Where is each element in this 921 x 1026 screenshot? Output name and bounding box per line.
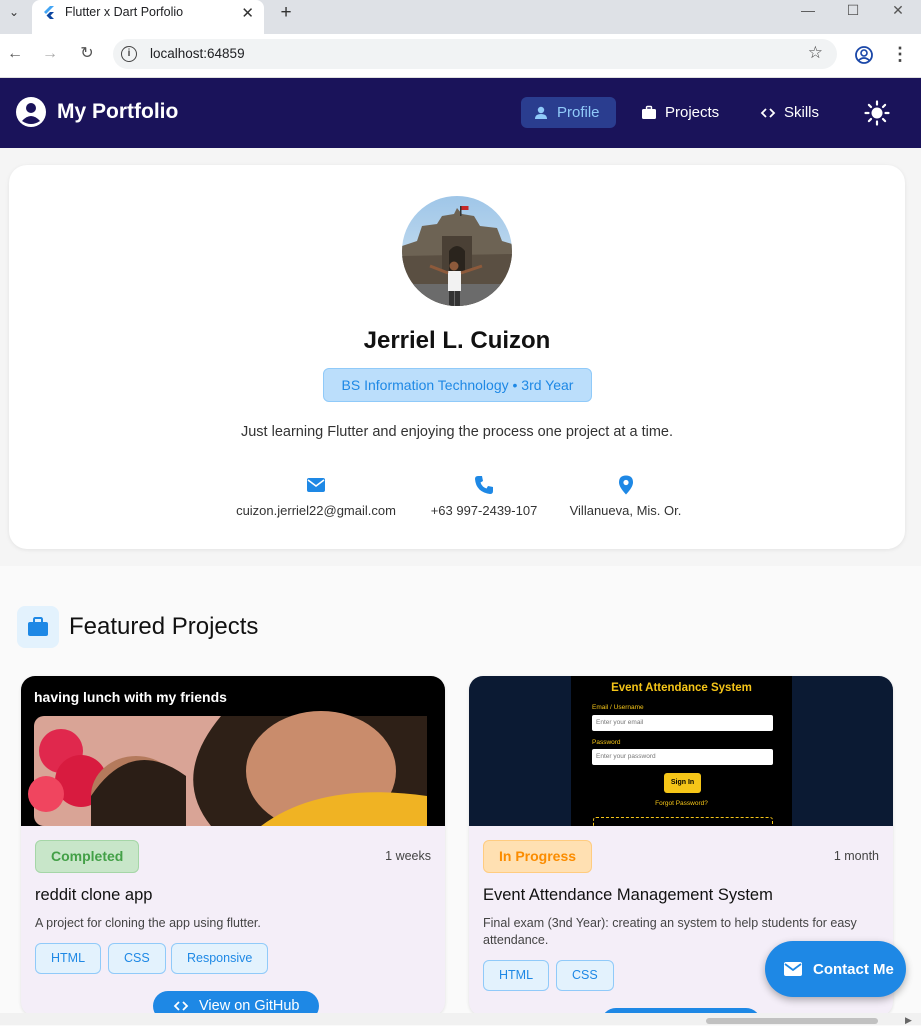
- app-bar: My Portfolio Profile Projects Skills: [0, 78, 921, 148]
- tab-close-icon[interactable]: ✕: [241, 4, 254, 22]
- image-caption: having lunch with my friends: [34, 689, 227, 705]
- contact-email-text: cuizon.jerriel22@gmail.com: [236, 503, 396, 518]
- tag-chip: CSS: [108, 943, 166, 974]
- profile-name: Jerriel L. Cuizon: [363, 327, 551, 354]
- tab-search-icon[interactable]: ⌄: [4, 4, 24, 20]
- contact-me-label: Contact Me: [813, 960, 894, 978]
- contact-phone[interactable]: +63 997-2439-107: [426, 474, 542, 518]
- scrollbar-thumb[interactable]: [706, 1018, 878, 1024]
- sun-icon[interactable]: [864, 100, 890, 126]
- profile-tagline: Just learning Flutter and enjoying the p…: [240, 424, 674, 440]
- phone-icon: [475, 476, 493, 494]
- horizontal-scrollbar[interactable]: ▶: [0, 1013, 921, 1025]
- bookmark-star-icon[interactable]: ☆: [808, 43, 823, 63]
- briefcase-icon: [28, 617, 48, 636]
- maximize-icon[interactable]: ☐: [843, 2, 863, 19]
- new-tab-icon[interactable]: +: [276, 2, 296, 24]
- nav-projects[interactable]: Projects: [629, 97, 731, 128]
- url-text: localhost:64859: [150, 46, 245, 61]
- email-icon: [784, 962, 802, 976]
- project-title: Event Attendance Management System: [483, 886, 773, 904]
- project-duration: 1 weeks: [385, 849, 431, 863]
- nav-profile[interactable]: Profile: [521, 97, 616, 128]
- contact-phone-text: +63 997-2439-107: [430, 503, 538, 518]
- account-circle-icon: [16, 97, 46, 127]
- tag-chip: HTML: [35, 943, 102, 974]
- project-card[interactable]: having lunch with my friends Completed 1…: [21, 676, 445, 1016]
- forward-icon[interactable]: →: [40, 44, 60, 64]
- tab-title: Flutter x Dart Porfolio: [65, 5, 184, 19]
- screen-email-field: Enter your email: [592, 715, 773, 731]
- avatar: [402, 196, 512, 306]
- profile-icon[interactable]: [853, 44, 875, 66]
- site-info-icon[interactable]: i: [121, 46, 137, 62]
- project-duration: 1 month: [833, 849, 879, 863]
- contact-email[interactable]: cuizon.jerriel22@gmail.com: [229, 474, 403, 518]
- project-image: Event Attendance System Email / Username…: [469, 676, 893, 826]
- screen-email-label: Email / Username: [592, 704, 644, 711]
- contact-location-text: Villanueva, Mis. Or.: [569, 503, 682, 518]
- nav-skills-label: Skills: [784, 104, 820, 121]
- tag-chip: Responsive: [171, 943, 269, 974]
- person-icon: [535, 106, 547, 119]
- project-description: A project for cloning the app using flut…: [35, 916, 261, 930]
- screen-signin: Sign In: [664, 773, 701, 793]
- screen-forgot: Forgot Password?: [655, 800, 708, 807]
- view-github-label: View on GitHub: [199, 998, 300, 1014]
- browser-tab[interactable]: Flutter x Dart Porfolio ✕: [32, 0, 264, 34]
- scroll-right-arrow-icon[interactable]: ▶: [905, 1015, 912, 1026]
- nav-skills[interactable]: Skills: [748, 97, 831, 128]
- contact-location[interactable]: Villanueva, Mis. Or.: [566, 474, 685, 518]
- nav-profile-label: Profile: [557, 104, 600, 121]
- code-icon: [173, 1001, 189, 1011]
- tag-chip: CSS: [556, 960, 614, 991]
- nav-projects-label: Projects: [665, 104, 720, 121]
- program-badge: BS Information Technology • 3rd Year: [323, 368, 592, 402]
- back-icon[interactable]: ←: [5, 44, 25, 64]
- minimize-icon[interactable]: —: [798, 2, 818, 18]
- project-title: reddit clone app: [35, 886, 153, 904]
- status-badge: In Progress: [483, 840, 593, 873]
- briefcase-icon: [642, 105, 656, 119]
- code-icon: [760, 107, 776, 118]
- browser-toolbar: ← → ↻ i localhost:64859 ☆ ⋮: [0, 34, 921, 78]
- screen-title: Event Attendance System: [611, 682, 752, 694]
- screen-password-label: Password: [592, 739, 621, 746]
- status-badge: Completed: [35, 840, 140, 873]
- kebab-menu-icon[interactable]: ⋮: [889, 44, 911, 66]
- screen-password-field: Enter your password: [592, 749, 773, 765]
- location-icon: [618, 475, 633, 495]
- browser-tabbar: ⌄ Flutter x Dart Porfolio ✕ + — ☐ ✕: [0, 0, 921, 34]
- flutter-icon: [44, 6, 54, 19]
- section-title: Featured Projects: [69, 613, 259, 640]
- section-icon-box: [17, 606, 59, 648]
- reload-icon[interactable]: ↻: [77, 44, 97, 64]
- close-window-icon[interactable]: ✕: [888, 2, 908, 19]
- app-title: My Portfolio: [57, 100, 179, 123]
- email-icon: [307, 478, 325, 492]
- address-bar[interactable]: i localhost:64859 ☆: [113, 39, 837, 69]
- tag-chip: HTML: [483, 960, 550, 991]
- contact-me-button[interactable]: Contact Me: [765, 941, 906, 997]
